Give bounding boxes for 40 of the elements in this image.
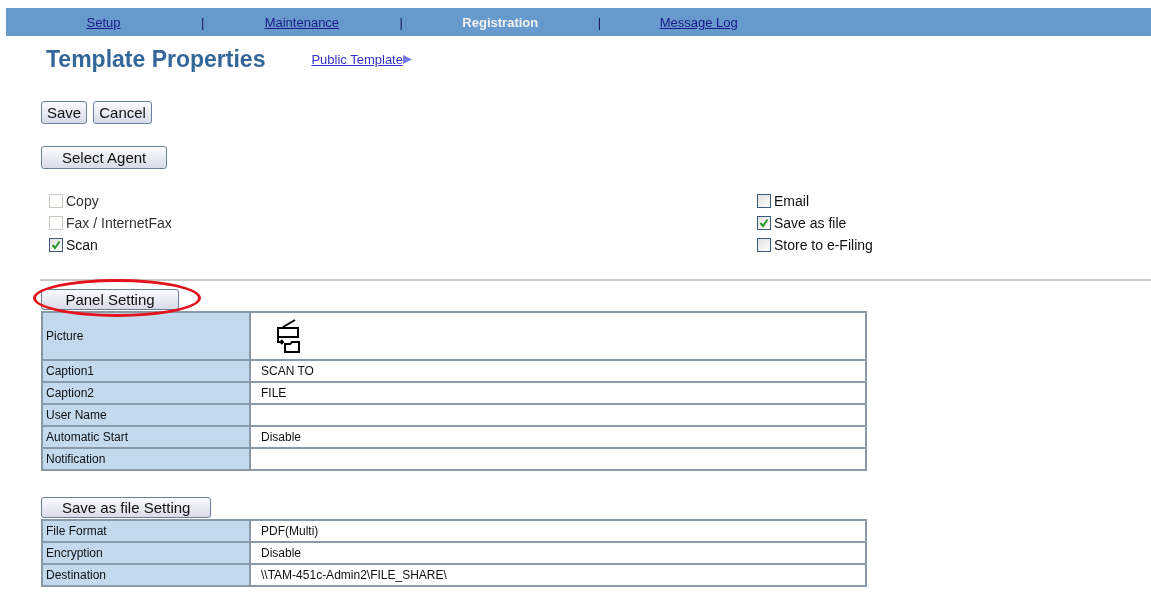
table-cell: File Format xyxy=(43,521,249,541)
section-button[interactable]: Panel Setting xyxy=(41,289,179,310)
scanner-folder-icon xyxy=(275,319,301,353)
page-title: Template Properties xyxy=(46,46,266,73)
action-button[interactable]: Save xyxy=(41,101,88,124)
public-template-link[interactable]: Public Template xyxy=(311,52,412,67)
table-cell: Caption2 xyxy=(43,383,249,403)
checkbox-label: Email xyxy=(774,193,809,209)
section-button[interactable]: Save as file Setting xyxy=(41,497,212,518)
checkbox-label: Store to e-Filing xyxy=(774,237,873,253)
table-cell: Disable xyxy=(261,430,302,444)
checkbox-label: Scan xyxy=(66,237,98,253)
checkbox-label: Save as file xyxy=(774,215,847,231)
table-cell: Picture xyxy=(43,313,249,359)
table-cell: Automatic Start xyxy=(43,427,249,447)
nav-separator: | xyxy=(201,14,205,30)
nav-separator: | xyxy=(597,14,602,30)
nav-tab[interactable]: Maintenance xyxy=(264,14,340,30)
table-cell: Disable xyxy=(261,546,302,560)
checkbox[interactable] xyxy=(757,238,771,252)
checkbox[interactable] xyxy=(757,194,771,208)
table-cell: PDF(Multi) xyxy=(261,524,319,538)
triangle-icon xyxy=(402,55,412,64)
table-cell: User Name xyxy=(43,405,249,425)
table-cell: Notification xyxy=(43,449,249,469)
table-cell: \\TAM-451c-Admin2\FILE_SHARE\ xyxy=(261,568,447,582)
nav-tab[interactable]: Setup xyxy=(86,14,121,30)
table-cell: Encryption xyxy=(43,543,249,563)
table-cell: FILE xyxy=(261,386,287,400)
checkbox-label: Copy xyxy=(66,193,99,209)
checkbox-label: Fax / InternetFax xyxy=(66,215,172,231)
select-agent-button[interactable]: Select Agent xyxy=(41,146,168,169)
checkbox[interactable] xyxy=(757,216,771,230)
table-cell: Destination xyxy=(43,565,249,585)
table-cell: Caption1 xyxy=(43,361,249,381)
nav-separator: | xyxy=(399,14,403,30)
action-button[interactable]: Cancel xyxy=(93,101,152,124)
checkbox[interactable] xyxy=(49,238,63,252)
table-cell: SCAN TO xyxy=(261,364,314,378)
nav-tab[interactable]: Message Log xyxy=(659,14,738,30)
